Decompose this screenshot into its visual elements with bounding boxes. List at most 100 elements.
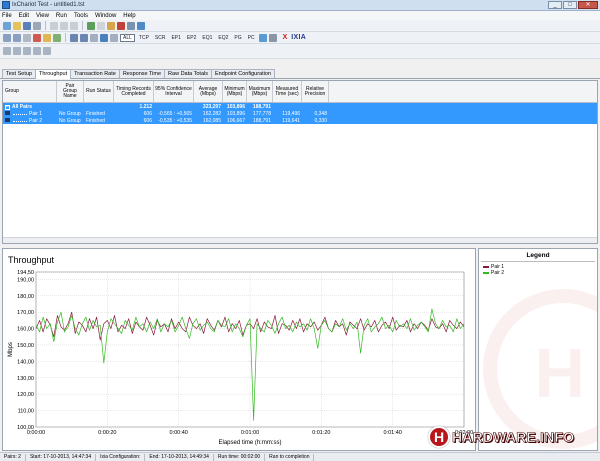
copy-icon[interactable]: [60, 21, 68, 30]
tab-response-time[interactable]: Response Time: [118, 69, 166, 78]
relative-precision-cell: 0,348: [314, 110, 327, 117]
filter-eq2-button[interactable]: EQ2: [216, 35, 230, 41]
column-run-status[interactable]: Run Status: [84, 81, 114, 102]
graph-icon[interactable]: [100, 33, 108, 42]
menu-help[interactable]: Help: [123, 13, 135, 19]
filter-ep2-button[interactable]: EP2: [185, 35, 198, 41]
minimum-cell: 103,896: [226, 103, 245, 110]
y-tick-label: 110,00: [18, 409, 34, 415]
maximize-button[interactable]: □: [563, 1, 577, 9]
open-icon[interactable]: [13, 21, 21, 30]
hardware-info-disc: H: [428, 426, 450, 448]
table-row-all-pairs[interactable]: − All Pairs 1.212 323,297 103,896 188,791: [3, 103, 597, 110]
graph-tool-icon[interactable]: [3, 47, 11, 55]
status-completion: Ran to completion: [265, 453, 315, 461]
tab-transaction-rate[interactable]: Transaction Rate: [70, 69, 120, 78]
arrow-icon[interactable]: [268, 33, 277, 42]
column-average[interactable]: Average (Mbps): [194, 81, 223, 102]
filter-pg-button[interactable]: PG: [232, 35, 243, 41]
menu-edit[interactable]: Edit: [19, 13, 29, 19]
view-icon[interactable]: [70, 33, 78, 42]
column-measured-time[interactable]: Measured Time (sec): [273, 81, 302, 102]
measured-time-cell: 119,641: [282, 117, 300, 124]
result-tabs: Test Setup Throughput Transaction Rate R…: [0, 69, 600, 79]
tab-throughput[interactable]: Throughput: [35, 69, 72, 79]
tree-line: [13, 112, 27, 115]
toolbar-test: ALL TCP SCR EP1 EP2 EQ1 EQ2 PG PC X IXIA: [0, 32, 600, 44]
sort-icon[interactable]: [80, 33, 88, 42]
menu-run[interactable]: Run: [56, 13, 67, 19]
column-group[interactable]: Group: [3, 81, 57, 102]
separator: [82, 21, 83, 30]
filter-scr-button[interactable]: SCR: [153, 35, 168, 41]
graph-tool-icon[interactable]: [23, 47, 31, 55]
delete-icon[interactable]: [33, 33, 41, 42]
app-icon: [2, 1, 10, 9]
properties-icon[interactable]: [127, 21, 135, 30]
add-pair-icon[interactable]: [3, 33, 11, 42]
paste-icon[interactable]: [70, 21, 78, 30]
menu-window[interactable]: Window: [95, 13, 116, 19]
add-multicast-icon[interactable]: [13, 33, 21, 42]
new-icon[interactable]: [3, 21, 11, 30]
column-confidence-interval[interactable]: 95% Confidence Interval: [154, 81, 194, 102]
run-options-icon[interactable]: [43, 33, 51, 42]
column-minimum[interactable]: Minimum (Mbps): [223, 81, 247, 102]
legend-swatch-pair-2: [483, 272, 489, 274]
column-pair-group-name[interactable]: Pair Group Name: [57, 81, 84, 102]
filter-pc-button[interactable]: PC: [246, 35, 257, 41]
save-as-icon[interactable]: [33, 21, 41, 30]
report-icon[interactable]: [107, 21, 115, 30]
menu-tools[interactable]: Tools: [74, 13, 88, 19]
column-relative-precision[interactable]: Relative Precision: [302, 81, 329, 102]
save-icon[interactable]: [23, 21, 31, 30]
run-icon[interactable]: [87, 21, 95, 30]
horizontal-scrollbar[interactable]: [3, 237, 597, 243]
pair-group-name-cell: No Group: [59, 110, 81, 117]
graph-tool-icon[interactable]: [43, 47, 51, 55]
column-maximum[interactable]: Maximum (Mbps): [247, 81, 273, 102]
table-row[interactable]: Pair 1 No Group Finished 606 -0,565 : +0…: [3, 110, 597, 117]
minimize-button[interactable]: _: [548, 1, 562, 9]
table-row[interactable]: Pair 2 No Group Finished 606 -0,535 : +0…: [3, 117, 597, 124]
filter-eq1-button[interactable]: EQ1: [200, 35, 214, 41]
toolbar-graph: [0, 44, 600, 59]
grid-header: Group Pair Group Name Run Status Timing …: [3, 81, 597, 103]
plot-area: [35, 271, 465, 428]
swap-icon[interactable]: [53, 33, 61, 42]
cut-icon[interactable]: [50, 21, 58, 30]
graph-tool-icon[interactable]: [13, 47, 21, 55]
filter-ep1-button[interactable]: EP1: [169, 35, 182, 41]
zoom-icon[interactable]: [110, 33, 118, 42]
relative-precision-cell: 0,330: [314, 117, 327, 124]
filter-icon[interactable]: [90, 33, 98, 42]
menu-view[interactable]: View: [36, 13, 49, 19]
tab-raw-data-totals[interactable]: Raw Data Totals: [164, 69, 212, 78]
edit-icon[interactable]: [23, 33, 31, 42]
abandon-icon[interactable]: [117, 21, 125, 30]
legend-title: Legend: [526, 252, 550, 259]
average-cell: 323,297: [202, 103, 221, 110]
legend-item-pair-2[interactable]: Pair 2: [483, 270, 504, 276]
y-tick-label: 170,00: [17, 310, 34, 316]
tab-test-setup[interactable]: Test Setup: [2, 69, 36, 78]
menu-file[interactable]: File: [2, 13, 12, 19]
y-tick-label: 130,00: [17, 376, 34, 382]
collapse-icon[interactable]: −: [5, 104, 10, 110]
status-bar: Pairs: 2 Start: 17-10-2013, 14:47:34 Ixi…: [0, 452, 600, 461]
help-icon[interactable]: [137, 21, 145, 30]
filter-tcp-button[interactable]: TCP: [137, 35, 151, 41]
y-tick-label: 120,00: [17, 392, 34, 398]
filter-all-button[interactable]: ALL: [120, 33, 135, 42]
legend-divider: [481, 261, 595, 262]
pair-label: Pair 1: [29, 110, 43, 117]
close-button[interactable]: ✕: [578, 1, 598, 9]
web-icon[interactable]: [258, 33, 267, 42]
average-cell: 162,085: [202, 117, 221, 124]
column-timing-records[interactable]: Timing Records Completed: [114, 81, 154, 102]
window-controls: _ □ ✕: [548, 1, 598, 9]
graph-tool-icon[interactable]: [33, 47, 41, 55]
all-pairs-cell: − All Pairs: [3, 104, 57, 110]
tab-endpoint-configuration[interactable]: Endpoint Configuration: [211, 69, 275, 78]
stop-icon[interactable]: [97, 21, 105, 30]
